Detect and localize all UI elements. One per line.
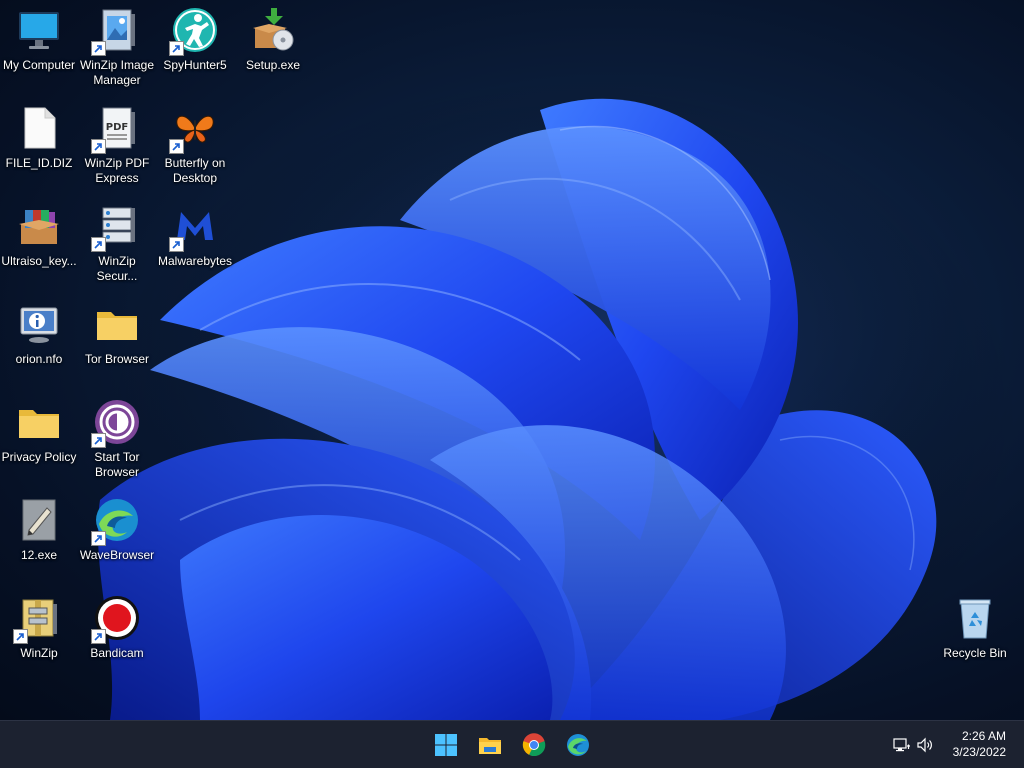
desktop-icon-label: Malwarebytes xyxy=(157,254,233,268)
winzip-icon xyxy=(13,594,63,644)
desktop-icon-spyhunter5[interactable]: SpyHunter5 xyxy=(156,0,234,92)
start-button[interactable] xyxy=(430,729,462,761)
desktop-icon-privacy-policy[interactable]: Privacy Policy xyxy=(0,392,78,484)
shortcut-arrow-icon xyxy=(91,629,106,644)
file-explorer-button[interactable] xyxy=(474,729,506,761)
clock[interactable]: 2:26 AM 3/23/2022 xyxy=(953,728,1006,760)
network-icon[interactable] xyxy=(893,737,911,753)
bandicam-record-icon xyxy=(91,594,141,644)
svg-text:PDF: PDF xyxy=(106,122,128,133)
desktop-icon-label: Ultraiso_key... xyxy=(1,254,77,268)
winzip-pdf-icon: PDF xyxy=(91,104,141,154)
windows-start-icon xyxy=(435,734,457,756)
blank-file-icon xyxy=(15,104,63,152)
desktop-icon-ultraiso-key[interactable]: Ultraiso_key... xyxy=(0,196,78,288)
desktop-icon-label: Setup.exe xyxy=(245,58,301,72)
folder-icon xyxy=(15,398,63,446)
desktop-icon-winzip-pdf-express[interactable]: PDF WinZip PDF Express xyxy=(78,98,156,190)
desktop-icon-file-id-diz[interactable]: FILE_ID.DIZ xyxy=(0,98,78,190)
chrome-icon xyxy=(522,733,546,757)
shortcut-arrow-icon xyxy=(91,531,106,546)
monitor-icon xyxy=(15,6,63,54)
desktop[interactable]: My Computer FILE_ID.DIZ Ultraiso_key... … xyxy=(0,0,1024,720)
rar-archive-icon xyxy=(15,202,63,250)
desktop-icon-label: WaveBrowser xyxy=(79,548,155,562)
taskbar: 2:26 AM 3/23/2022 xyxy=(0,720,1024,768)
butterfly-icon xyxy=(169,104,219,154)
shortcut-arrow-icon xyxy=(169,41,184,56)
edge-icon xyxy=(567,734,589,756)
shortcut-arrow-icon xyxy=(13,629,28,644)
desktop-icon-recycle-bin[interactable]: Recycle Bin xyxy=(936,588,1014,680)
edge-button[interactable] xyxy=(562,729,594,761)
desktop-icon-label: 12.exe xyxy=(20,548,58,562)
desktop-icon-start-tor-browser[interactable]: Start Tor Browser xyxy=(78,392,156,484)
chrome-button[interactable] xyxy=(518,729,550,761)
desktop-icon-label: orion.nfo xyxy=(15,352,63,366)
spyhunter-icon xyxy=(169,6,219,56)
exe-pencil-icon xyxy=(15,496,63,544)
desktop-icon-label: Recycle Bin xyxy=(943,646,1007,660)
desktop-icon-label: Butterfly on Desktop xyxy=(164,156,226,185)
desktop-icon-winzip-image-manager[interactable]: WinZip Image Manager xyxy=(78,0,156,92)
clock-time: 2:26 AM xyxy=(961,729,1006,743)
wavebrowser-icon xyxy=(91,496,141,546)
desktop-icon-label: WinZip xyxy=(20,646,58,660)
desktop-icon-label: FILE_ID.DIZ xyxy=(5,156,73,170)
shortcut-arrow-icon xyxy=(91,433,106,448)
desktop-icon-bandicam[interactable]: Bandicam xyxy=(78,588,156,680)
desktop-icon-tor-browser-folder[interactable]: Tor Browser xyxy=(78,294,156,386)
desktop-icon-label: Bandicam xyxy=(90,646,144,660)
winzip-secure-icon xyxy=(91,202,141,252)
desktop-icon-butterfly-on-desktop[interactable]: Butterfly on Desktop xyxy=(156,98,234,190)
tor-onion-icon xyxy=(91,398,141,448)
desktop-icon-orion-nfo[interactable]: orion.nfo xyxy=(0,294,78,386)
desktop-icon-winzip-secure[interactable]: WinZip Secur... xyxy=(78,196,156,288)
shortcut-arrow-icon xyxy=(91,237,106,252)
desktop-icon-label: WinZip Image Manager xyxy=(79,58,155,87)
recycle-bin-icon xyxy=(951,594,999,642)
desktop-icon-label: WinZip Secur... xyxy=(96,254,138,283)
desktop-icon-label: Tor Browser xyxy=(84,352,149,366)
info-monitor-icon xyxy=(15,300,63,348)
desktop-icon-wavebrowser[interactable]: WaveBrowser xyxy=(78,490,156,582)
desktop-icon-label: WinZip PDF Express xyxy=(84,156,150,185)
desktop-icon-label: My Computer xyxy=(2,58,76,72)
setup-installer-icon xyxy=(249,6,297,54)
desktop-icon-winzip[interactable]: WinZip xyxy=(0,588,78,680)
shortcut-arrow-icon xyxy=(91,41,106,56)
desktop-icon-setup-exe[interactable]: Setup.exe xyxy=(234,0,312,92)
file-explorer-icon xyxy=(479,738,501,754)
clock-date: 3/23/2022 xyxy=(952,745,1006,759)
desktop-icon-malwarebytes[interactable]: Malwarebytes xyxy=(156,196,234,288)
shortcut-arrow-icon xyxy=(169,237,184,252)
desktop-icon-label: Privacy Policy xyxy=(1,450,77,464)
shortcut-arrow-icon xyxy=(169,139,184,154)
desktop-icon-label: Start Tor Browser xyxy=(94,450,140,479)
desktop-icon-label: SpyHunter5 xyxy=(163,58,227,72)
folder-icon xyxy=(93,300,141,348)
shortcut-arrow-icon xyxy=(91,139,106,154)
volume-icon[interactable] xyxy=(916,737,934,753)
malwarebytes-icon xyxy=(169,202,219,252)
winzip-image-manager-icon xyxy=(91,6,141,56)
desktop-icon-12-exe[interactable]: 12.exe xyxy=(0,490,78,582)
desktop-icon-my-computer[interactable]: My Computer xyxy=(0,0,78,92)
